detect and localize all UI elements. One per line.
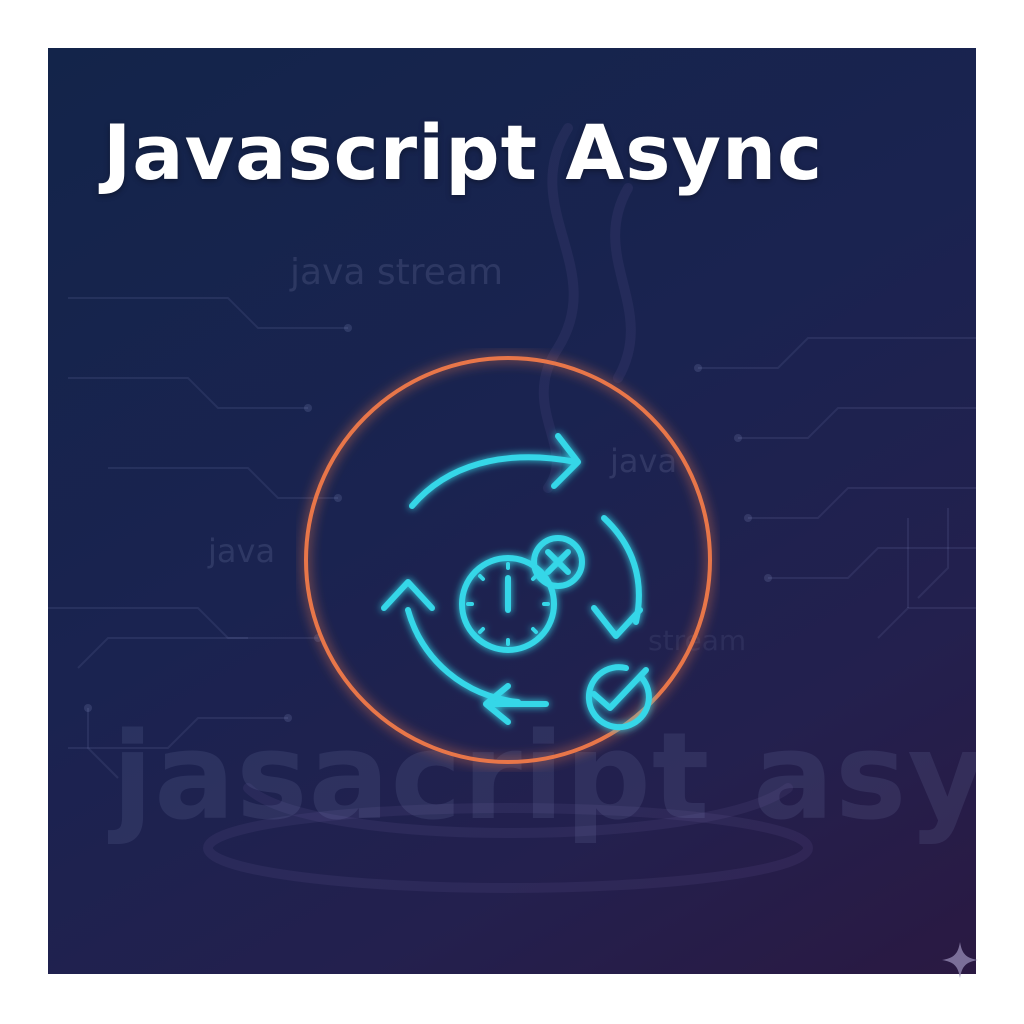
- x-circle-icon: [531, 535, 585, 589]
- async-cycle-icon: [304, 356, 712, 764]
- thumbnail-card: Javascript Async java stream java java s…: [48, 48, 976, 974]
- watermark-java-stream: java stream: [290, 252, 504, 293]
- sparkle-icon: [942, 942, 978, 978]
- stopwatch-icon: [459, 555, 557, 653]
- watermark-java-left: java: [208, 532, 276, 570]
- page-title: Javascript Async: [103, 108, 824, 197]
- arrow-right: [601, 515, 642, 625]
- check-circle-icon: [585, 664, 652, 731]
- arrow-top: [409, 454, 579, 509]
